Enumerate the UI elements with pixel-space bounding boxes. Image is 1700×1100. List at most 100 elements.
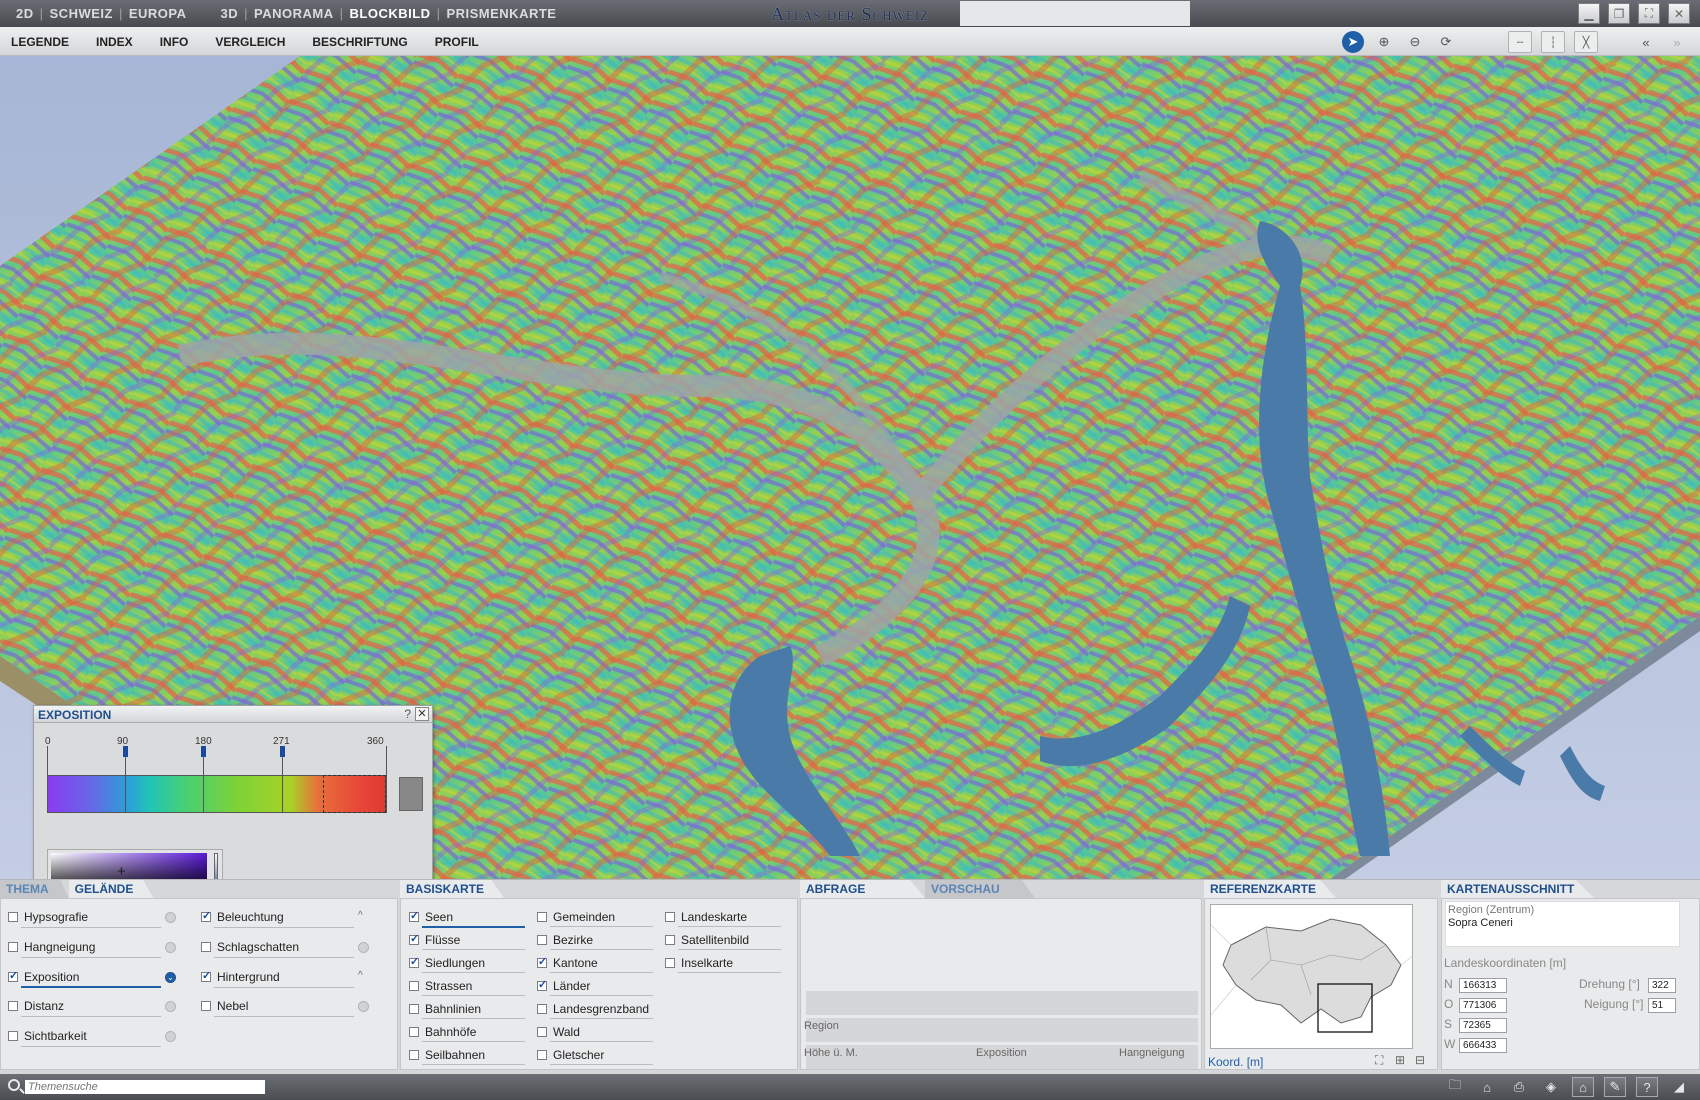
gradient-marker-handle[interactable] <box>280 746 285 757</box>
checkbox[interactable] <box>409 932 419 945</box>
layer-strassen[interactable]: Strassen <box>409 979 472 993</box>
checkbox[interactable] <box>537 912 547 922</box>
checkbox[interactable] <box>8 942 18 952</box>
settings-knob[interactable] <box>358 1001 369 1012</box>
tools-icon[interactable]: ✎ <box>1604 1077 1626 1097</box>
checkbox[interactable] <box>665 935 675 945</box>
checkbox[interactable] <box>201 969 211 982</box>
settings-knob[interactable] <box>358 942 369 953</box>
rotate-icon[interactable]: ⟳ <box>1435 31 1457 53</box>
folder-icon[interactable]: 🗀 <box>1444 1077 1466 1097</box>
expand-icon[interactable]: ⛶ <box>1375 1053 1383 1068</box>
checkbox[interactable] <box>537 1027 547 1037</box>
option-hypsografie[interactable]: Hypsografie <box>8 910 88 924</box>
checkbox[interactable] <box>665 912 675 922</box>
layer-bahnhoefe[interactable]: Bahnhöfe <box>409 1025 476 1039</box>
w-field[interactable]: 666433 <box>1459 1038 1507 1053</box>
checkbox[interactable] <box>201 942 211 952</box>
help-icon[interactable]: ? <box>1636 1077 1658 1097</box>
layer-bezirke[interactable]: Bezirke <box>537 933 593 947</box>
exposition-panel-header[interactable]: EXPOSITION ? ✕ <box>34 706 432 723</box>
pin-icon[interactable]: ⌂ <box>1476 1077 1498 1097</box>
pointer-icon[interactable]: ➤ <box>1342 31 1364 53</box>
checkbox[interactable] <box>537 1050 547 1060</box>
checkbox[interactable] <box>409 1027 419 1037</box>
layer-bahnlinien[interactable]: Bahnlinien <box>409 1002 481 1016</box>
chevron-up-icon[interactable]: ^ <box>358 970 363 981</box>
value-slider[interactable] <box>214 853 218 879</box>
menu-index[interactable]: INDEX <box>96 35 133 49</box>
checkbox[interactable] <box>537 978 547 991</box>
drehung-field[interactable]: 322 <box>1648 978 1676 993</box>
collapse-right-icon[interactable]: » <box>1666 31 1688 53</box>
checkbox[interactable] <box>409 1050 419 1060</box>
checkbox[interactable] <box>8 1031 18 1041</box>
terrain-map[interactable]: EXPOSITION ? ✕ 0 90 180 271 360 + <box>0 56 1700 879</box>
option-hangneigung[interactable]: Hangneigung <box>8 940 95 954</box>
o-field[interactable]: 771306 <box>1459 998 1507 1013</box>
search-icon[interactable] <box>8 1079 20 1091</box>
settings-knob[interactable] <box>165 912 176 923</box>
tab-basiskarte[interactable]: BASISKARTE <box>400 880 505 898</box>
layer-seilbahnen[interactable]: Seilbahnen <box>409 1048 485 1062</box>
tab-referenzkarte[interactable]: REFERENZKARTE <box>1204 880 1337 898</box>
home-icon[interactable]: ⌂ <box>1572 1077 1594 1097</box>
nav-panorama[interactable]: PANORAMA <box>248 6 340 21</box>
checkbox[interactable] <box>8 912 18 922</box>
neigung-field[interactable]: 51 <box>1648 998 1676 1013</box>
layer-siedlungen[interactable]: Siedlungen <box>409 955 485 970</box>
option-hintergrund[interactable]: Hintergrund <box>201 969 280 984</box>
settings-knob[interactable]: ⌄ <box>165 972 176 983</box>
option-exposition[interactable]: Exposition <box>8 969 79 984</box>
menu-vergleich[interactable]: VERGLEICH <box>215 35 285 49</box>
settings-knob[interactable] <box>165 1031 176 1042</box>
nav-prismenkarte[interactable]: PRISMENKARTE <box>440 6 562 21</box>
menu-info[interactable]: INFO <box>160 35 189 49</box>
print-icon[interactable]: ⎙ <box>1508 1077 1530 1097</box>
menu-profil[interactable]: PROFIL <box>435 35 479 49</box>
layer-gletscher[interactable]: Gletscher <box>537 1048 604 1062</box>
layer-landesgrenzband[interactable]: Landesgrenzband <box>537 1002 649 1016</box>
restore-icon[interactable]: ❐ <box>1608 3 1630 24</box>
nav-blockbild[interactable]: BLOCKBILD <box>344 6 437 21</box>
option-schlagschatten[interactable]: Schlagschatten <box>201 940 299 954</box>
tab-vorschau[interactable]: VORSCHAU <box>925 880 1035 898</box>
checkbox[interactable] <box>201 909 211 922</box>
gradient-marker-handle[interactable] <box>201 746 206 757</box>
checkbox[interactable] <box>409 955 419 968</box>
layer-landeskarte[interactable]: Landeskarte <box>665 910 747 924</box>
minimize-icon[interactable]: ▁ <box>1578 3 1600 24</box>
close-icon[interactable]: ✕ <box>1668 3 1690 24</box>
nav-2d[interactable]: 2D <box>10 6 40 21</box>
nav-europa[interactable]: EUROPA <box>123 6 193 21</box>
layer-satellitenbild[interactable]: Satellitenbild <box>665 933 749 947</box>
gradient-marker-handle[interactable] <box>123 746 128 757</box>
tab-kartenausschnitt[interactable]: KARTENAUSSCHNITT <box>1441 880 1595 898</box>
tab-thema[interactable]: THEMA <box>0 880 69 898</box>
layer-seen[interactable]: Seen <box>409 909 453 924</box>
zoom-out-icon[interactable]: ⊖ <box>1404 31 1426 53</box>
settings-knob[interactable] <box>165 1001 176 1012</box>
view-vertical-icon[interactable]: ┆ <box>1541 31 1565 53</box>
checkbox[interactable] <box>201 1001 211 1011</box>
n-field[interactable]: 166313 <box>1459 978 1507 993</box>
checkbox[interactable] <box>409 981 419 991</box>
chevron-up-icon[interactable]: ^ <box>358 910 363 921</box>
layer-wald[interactable]: Wald <box>537 1025 580 1039</box>
option-sichtbarkeit[interactable]: Sichtbarkeit <box>8 1029 87 1043</box>
layer-gemeinden[interactable]: Gemeinden <box>537 910 615 924</box>
option-nebel[interactable]: Nebel <box>201 999 248 1013</box>
reference-map[interactable] <box>1210 904 1413 1049</box>
color-picker[interactable]: + <box>47 849 223 879</box>
option-distanz[interactable]: Distanz <box>8 999 64 1013</box>
option-beleuchtung[interactable]: Beleuchtung <box>201 909 284 924</box>
checkbox[interactable] <box>409 1004 419 1014</box>
view-horizontal-icon[interactable]: ╌ <box>1508 31 1532 53</box>
layer-inselkarte[interactable]: Inselkarte <box>665 956 733 970</box>
nav-3d[interactable]: 3D <box>215 6 245 21</box>
checkbox[interactable] <box>8 1001 18 1011</box>
menu-beschriftung[interactable]: BESCHRIFTUNG <box>312 35 407 49</box>
checkbox[interactable] <box>537 955 547 968</box>
s-field[interactable]: 72365 <box>1459 1018 1507 1033</box>
checkbox[interactable] <box>8 969 18 982</box>
